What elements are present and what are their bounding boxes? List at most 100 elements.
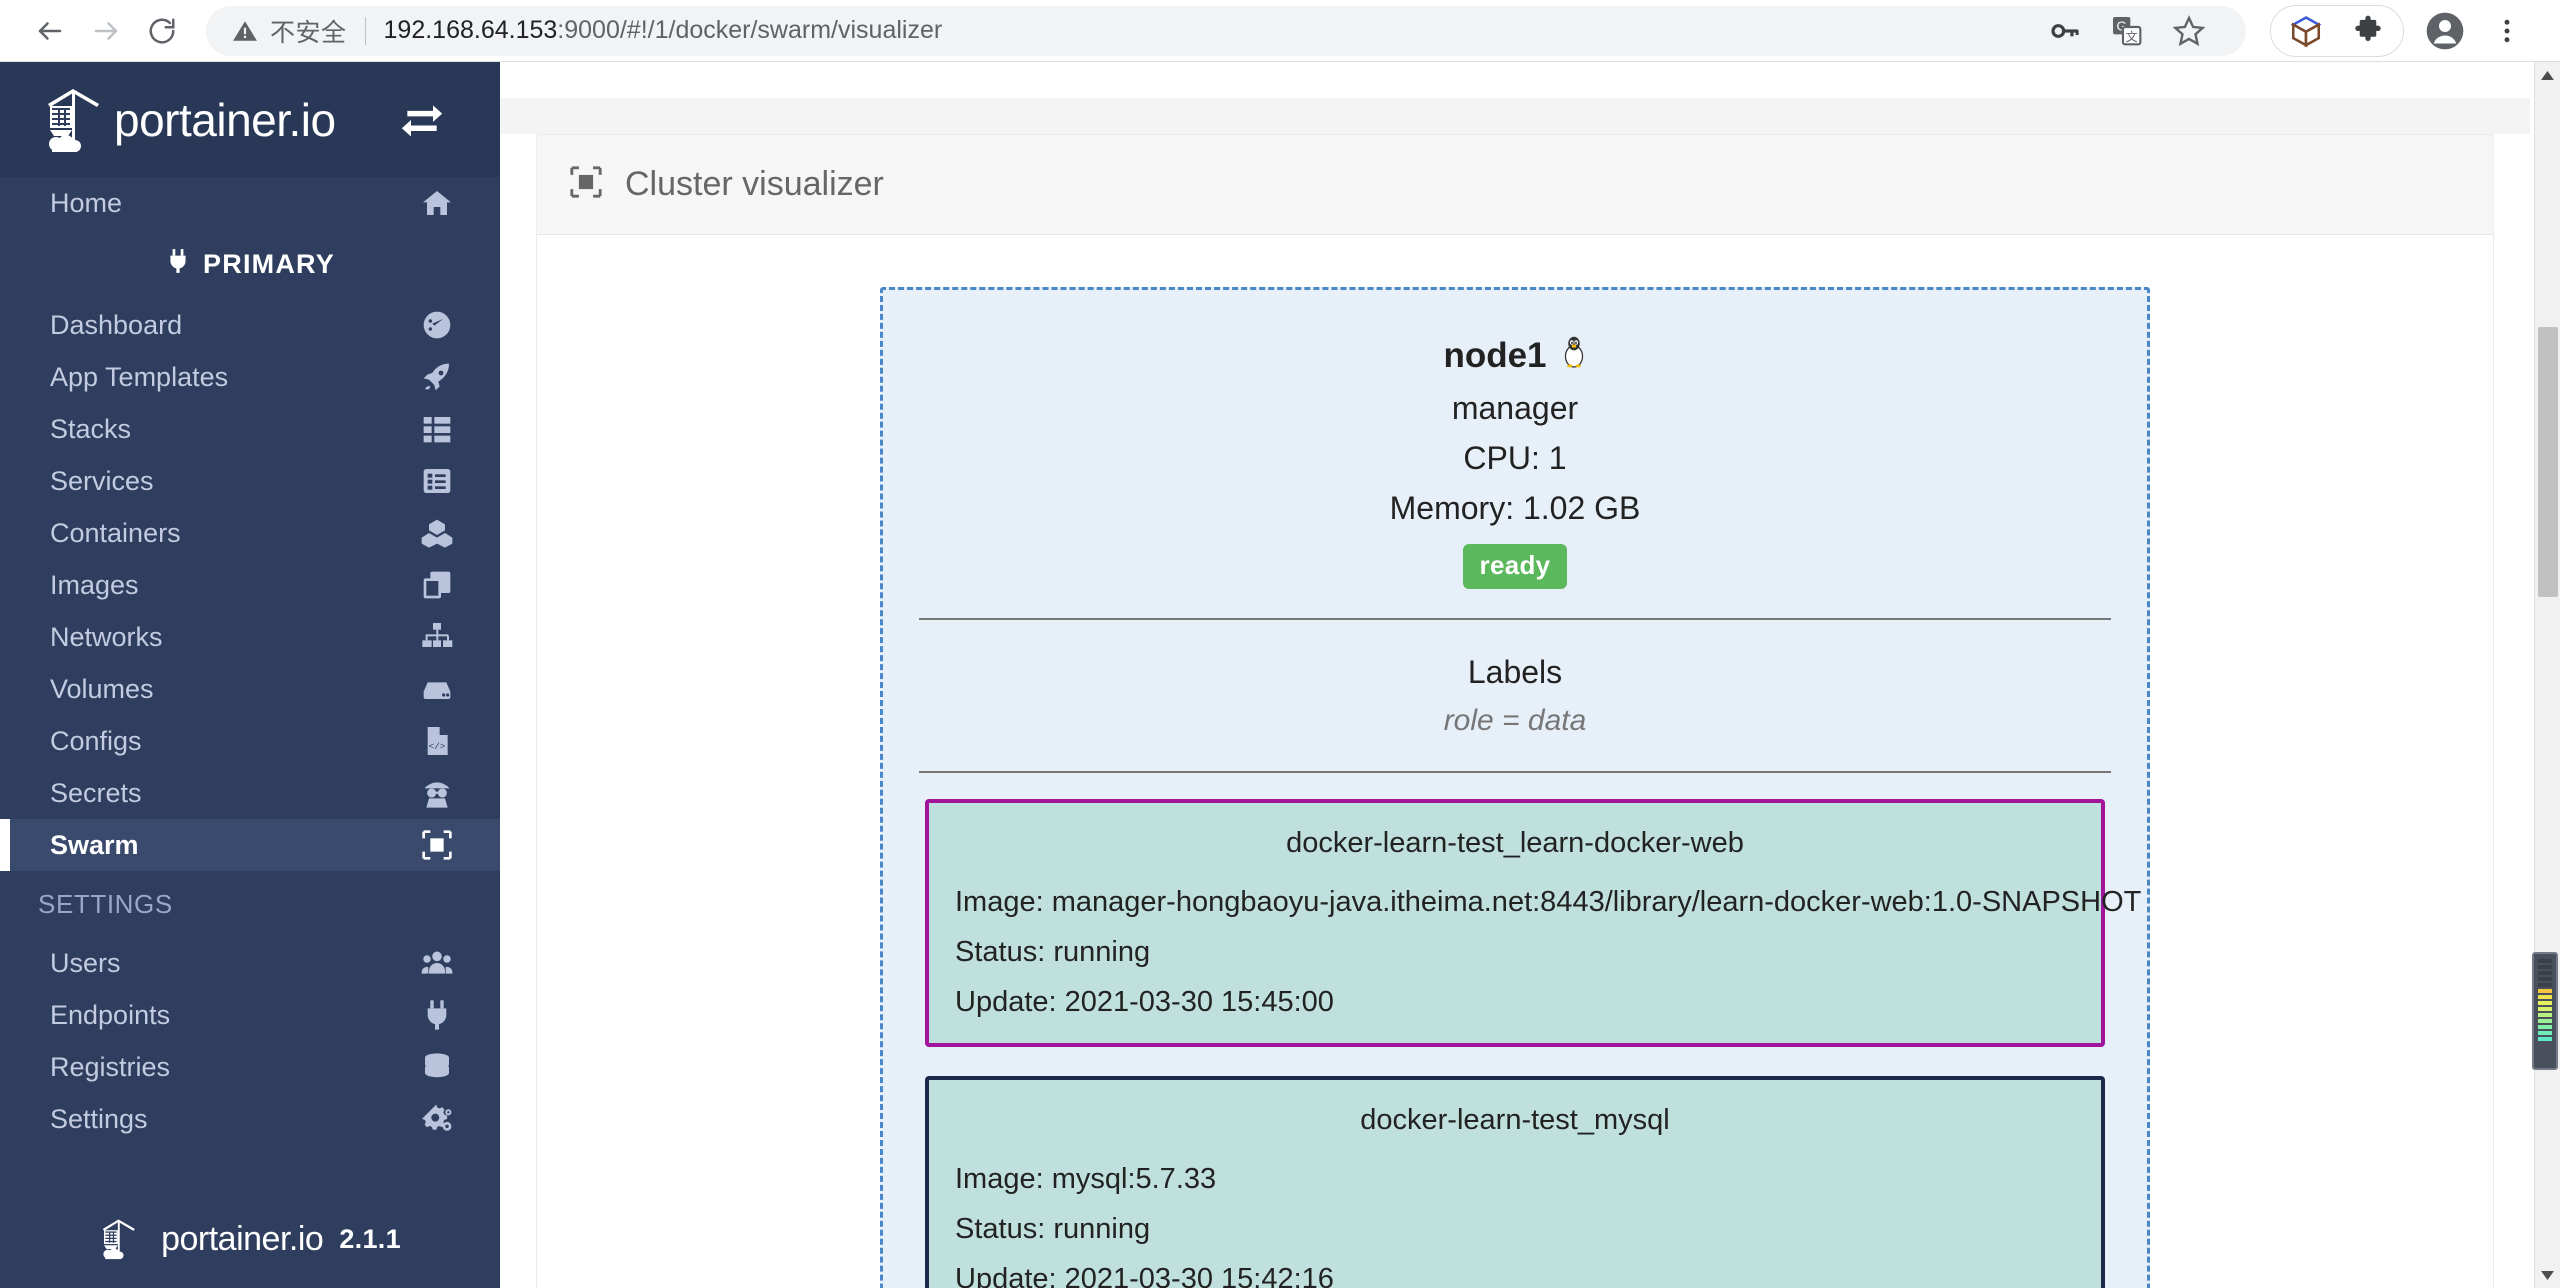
stacks-icon (420, 412, 454, 446)
password-key-icon[interactable] (2034, 3, 2096, 59)
task-card[interactable]: docker-learn-test_mysql Image: mysql:5.7… (925, 1076, 2105, 1288)
forward-button[interactable] (78, 3, 134, 59)
meter-bar (2538, 1025, 2552, 1029)
sidebar-item-label: Stacks (50, 414, 420, 445)
sidebar-item-networks[interactable]: Networks (0, 611, 500, 663)
sidebar: portainer.io Home PRIMARY Dashboard (0, 62, 500, 1288)
sidebar-item-app-templates[interactable]: App Templates (0, 351, 500, 403)
sidebar-item-label: Swarm (50, 830, 420, 861)
meter-bar (2538, 1019, 2552, 1023)
performance-meter-widget[interactable] (2532, 952, 2558, 1070)
task-card[interactable]: docker-learn-test_learn-docker-web Image… (925, 799, 2105, 1047)
swarm-node-card: node1 (880, 287, 2150, 1288)
sidebar-logo[interactable]: portainer.io (0, 62, 500, 177)
cluster-visualizer-panel: Cluster visualizer node1 (536, 134, 2494, 1288)
extensions-puzzle-icon[interactable] (2337, 3, 2399, 59)
sidebar-item-label: Registries (50, 1052, 420, 1083)
node-name: node1 (1443, 336, 1546, 376)
sidebar-footer: portainer.io 2.1.1 (0, 1216, 500, 1262)
task-image: Image: mysql:5.7.33 (955, 1163, 2075, 1196)
node-memory: Memory: 1.02 GB (915, 490, 2115, 527)
secret-spy-icon (420, 776, 454, 810)
security-status-text: 不安全 (270, 13, 347, 49)
swarm-icon (569, 165, 603, 204)
sidebar-item-label: Users (50, 948, 420, 979)
sidebar-item-swarm[interactable]: Swarm (0, 819, 500, 871)
omnibox-divider (365, 17, 366, 45)
database-icon (420, 1050, 454, 1084)
scroll-up-arrow-icon[interactable] (2535, 62, 2560, 88)
visualizer-body: node1 (537, 235, 2493, 1288)
switch-endpoint-icon[interactable] (400, 98, 444, 142)
address-bar[interactable]: 不安全 192.168.64.153:9000/#!/1/docker/swar… (206, 6, 2246, 56)
meter-bar (2538, 995, 2552, 999)
profile-avatar-icon[interactable] (2414, 3, 2476, 59)
containers-icon (420, 516, 454, 550)
meter-bar (2538, 1031, 2552, 1035)
sidebar-item-registries[interactable]: Registries (0, 1041, 500, 1093)
swarm-icon (420, 828, 454, 862)
task-name: docker-learn-test_mysql (955, 1104, 2075, 1137)
task-update: Update: 2021-03-30 15:45:00 (955, 986, 2075, 1019)
sidebar-item-endpoints[interactable]: Endpoints (0, 989, 500, 1041)
reload-button[interactable] (134, 3, 190, 59)
sidebar-item-label: Secrets (50, 778, 420, 809)
meter-bar (2538, 1037, 2552, 1041)
node-cpu: CPU: 1 (915, 440, 2115, 477)
task-update: Update: 2021-03-30 15:42:16 (955, 1263, 2075, 1288)
page-title: Cluster visualizer (625, 165, 884, 204)
cube-extension-icon[interactable] (2275, 3, 2337, 59)
panel-header: Cluster visualizer (537, 135, 2493, 235)
sidebar-item-dashboard[interactable]: Dashboard (0, 299, 500, 351)
sidebar-item-users[interactable]: Users (0, 937, 500, 989)
url-port: :9000 (557, 16, 620, 44)
meter-bar (2538, 959, 2552, 963)
sidebar-item-label: Services (50, 466, 420, 497)
sidebar-item-label: Volumes (50, 674, 420, 705)
bookmark-star-icon[interactable] (2158, 3, 2220, 59)
url-text: 192.168.64.153:9000/#!/1/docker/swarm/vi… (384, 16, 943, 45)
volume-icon (420, 672, 454, 706)
task-status: Status: running (955, 936, 2075, 969)
meter-bar (2538, 1001, 2552, 1005)
google-translate-icon[interactable]: G 文 (2096, 3, 2158, 59)
sidebar-item-label: Containers (50, 518, 420, 549)
scroll-down-arrow-icon[interactable] (2535, 1262, 2560, 1288)
status-badge: ready (1463, 544, 1568, 589)
sidebar-item-containers[interactable]: Containers (0, 507, 500, 559)
url-host: 192.168.64.153 (384, 16, 558, 44)
page-top-strip (540, 62, 2490, 98)
chrome-menu-icon[interactable] (2476, 3, 2538, 59)
task-status: Status: running (955, 1213, 2075, 1246)
portainer-crane-logo-icon (99, 1216, 143, 1262)
browser-toolbar: 不安全 192.168.64.153:9000/#!/1/docker/swar… (0, 0, 2560, 62)
sidebar-item-images[interactable]: Images (0, 559, 500, 611)
scroll-thumb[interactable] (2538, 327, 2558, 597)
sidebar-item-settings[interactable]: Settings (0, 1093, 500, 1145)
vertical-scrollbar[interactable] (2534, 62, 2560, 1288)
plug-icon (420, 998, 454, 1032)
home-icon (420, 186, 454, 220)
back-button[interactable] (22, 3, 78, 59)
sidebar-item-label: Networks (50, 622, 420, 653)
gears-icon (420, 1102, 454, 1136)
meter-bar (2538, 983, 2552, 987)
sidebar-item-services[interactable]: Services (0, 455, 500, 507)
page-gap-strip (500, 98, 2530, 134)
node-role: manager (915, 390, 2115, 427)
sidebar-item-label: App Templates (50, 362, 420, 393)
images-icon (420, 568, 454, 602)
sidebar-endpoint-header: PRIMARY (0, 229, 500, 299)
sidebar-brand-text: portainer.io (114, 93, 336, 147)
plug-icon (165, 248, 191, 281)
sidebar-item-stacks[interactable]: Stacks (0, 403, 500, 455)
back-arrow-icon (35, 16, 65, 46)
not-secure-warning-icon (232, 18, 258, 44)
sidebar-item-home[interactable]: Home (0, 177, 500, 229)
sidebar-item-secrets[interactable]: Secrets (0, 767, 500, 819)
node-divider-top (919, 618, 2111, 620)
meter-bar (2538, 971, 2552, 975)
sidebar-item-configs[interactable]: Configs </> (0, 715, 500, 767)
sidebar-item-volumes[interactable]: Volumes (0, 663, 500, 715)
task-image: Image: manager-hongbaoyu-java.itheima.ne… (955, 886, 2075, 919)
